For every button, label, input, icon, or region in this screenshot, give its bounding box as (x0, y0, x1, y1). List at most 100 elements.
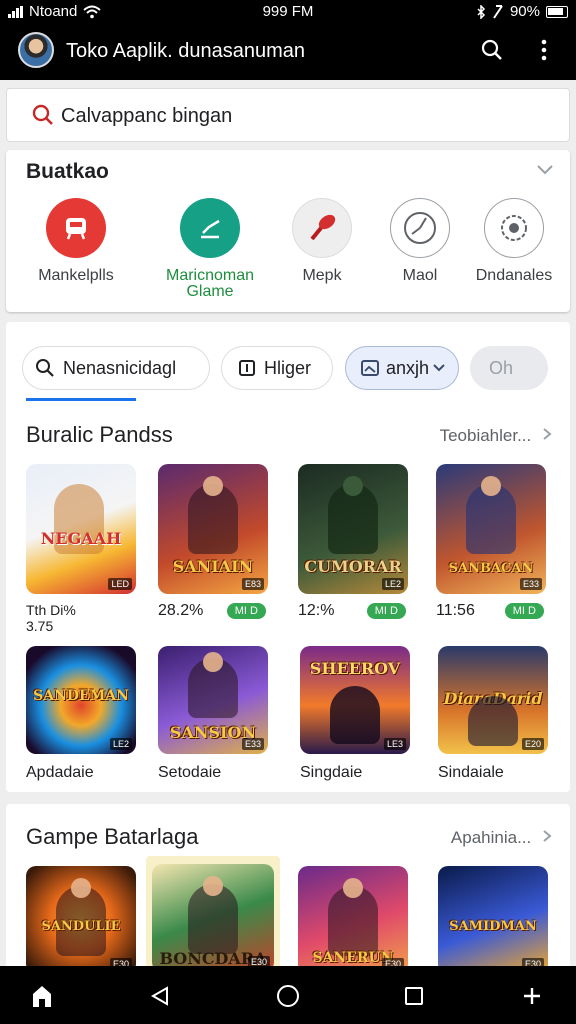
search-input[interactable]: Calvappanc bingan (61, 105, 232, 128)
chip-label: Hliger (264, 357, 312, 378)
game-cover-title: CUMORAR (304, 557, 402, 576)
home-button[interactable] (28, 982, 56, 1010)
settings-icon (501, 215, 527, 241)
chevron-right-icon (543, 428, 552, 440)
more-vert-icon (541, 39, 547, 61)
game-badge: E83 (241, 578, 264, 590)
game-badge: LE3 (383, 738, 406, 750)
chip-hliger[interactable]: Hliger (221, 346, 333, 390)
navigation-bar (0, 966, 576, 1024)
category-label: Mepk (302, 267, 342, 284)
game-cover: NEGAAH LED (26, 464, 136, 594)
game-tile[interactable]: SANIAIN E83 28.2% MI D (158, 464, 272, 620)
circle-icon (277, 985, 299, 1007)
chevron-right-icon (543, 830, 552, 842)
game-tile[interactable]: SHEEROV LE3 Singdaie (300, 646, 414, 782)
more-options-button[interactable] (530, 36, 558, 64)
search-button[interactable] (478, 36, 506, 64)
game-tile[interactable]: SANDEMAN LE2 Apdadaie (26, 646, 140, 782)
see-more-label: Teobiahler... (439, 426, 532, 445)
tab-indicator (26, 398, 136, 401)
game-name: Singdaie (300, 764, 363, 781)
category-label: Mankelplls (38, 267, 114, 284)
plus-icon (524, 988, 540, 1004)
game-cover: BONCDARA E30 (152, 864, 274, 972)
see-more-label: Apahinia... (450, 828, 532, 847)
game-badge: LE2 (109, 738, 132, 750)
game-cover-title: SAMIDMAN (449, 919, 537, 934)
category-dndanales[interactable]: Dndanales (459, 198, 569, 284)
game-cover: SHEEROV LE3 (300, 646, 410, 754)
game-cover: SANDULIE E30 (26, 866, 136, 974)
game-badge: LED (108, 578, 132, 590)
game-tile[interactable]: SAMIDMAN E30 (438, 866, 552, 974)
game-price: 12:% (298, 602, 335, 619)
price-row: 28.2% MI D (158, 602, 272, 620)
chip-anxjh[interactable]: anxjh (345, 346, 459, 390)
game-cover: SANBACAN E33 (436, 464, 546, 594)
search-icon (481, 39, 502, 60)
status-right: 90% (476, 3, 568, 20)
clock-icon (404, 212, 436, 244)
app-title: Toko Aaplik. dunasanuman (66, 40, 306, 62)
category-mankelplls[interactable]: Mankelplls (21, 198, 131, 284)
game-badge: E33 (241, 738, 264, 750)
category-circle (484, 198, 544, 258)
game-tile[interactable]: SANSION E33 Setodaie (158, 646, 272, 782)
game-tile[interactable]: SANERUN E30 (298, 866, 412, 974)
game-tile[interactable]: CUMORAR LE2 12:% MI D (298, 464, 412, 620)
game-cover-title: NEGAAH (40, 529, 122, 548)
bluetooth-icon (477, 4, 486, 19)
battery-percent: 90% (509, 3, 540, 20)
install-pill[interactable]: MI D (366, 603, 406, 619)
price-row: Tth Di% 3.75 (26, 602, 140, 634)
game-tile[interactable]: DiaraDarid E20 Sindaiale (438, 646, 552, 782)
avatar[interactable] (18, 32, 54, 68)
game-cover-title: SHEEROV (309, 659, 401, 678)
bus-icon (66, 218, 86, 240)
chip-label: Nenasnicidagl (63, 357, 177, 378)
back-triangle-icon (150, 986, 168, 1006)
book-icon (239, 360, 255, 376)
game-cover-title: SANBACAN (448, 561, 534, 576)
category-mepk[interactable]: Mepk (267, 198, 377, 284)
chevron-down-icon (433, 364, 445, 372)
paint-icon (310, 214, 336, 241)
search-icon (36, 359, 54, 377)
game-tile[interactable]: BONCDARA E30 (146, 856, 280, 974)
add-button[interactable] (518, 982, 546, 1010)
categories-title: Buatkao (26, 160, 109, 183)
game-price: Tth Di% 3.75 (26, 602, 76, 634)
recents-button[interactable] (400, 982, 428, 1010)
chevron-down-icon[interactable] (536, 162, 554, 176)
install-pill[interactable]: MI D (504, 603, 544, 619)
search-field[interactable]: Calvappanc bingan (6, 88, 570, 142)
game-cover: SAMIDMAN E30 (438, 866, 548, 974)
category-maricnoman[interactable]: Maricnoman Glame (155, 198, 265, 300)
chip-label: anxjh (386, 357, 430, 378)
chart-icon (201, 219, 220, 239)
see-more-link[interactable]: Teobiahler... (440, 426, 552, 446)
game-cover: CUMORAR LE2 (298, 464, 408, 594)
see-more-link[interactable]: Apahinia... (451, 828, 552, 848)
game-tile[interactable]: NEGAAH LED Tth Di% 3.75 (26, 464, 140, 634)
game-cover-title: SANDEMAN (33, 688, 129, 704)
game-tile[interactable]: SANBACAN E33 11:56 MI D (436, 464, 550, 620)
section-title: Buralic Pandss (26, 422, 173, 447)
app-bar: Toko Aaplik. dunasanuman (0, 24, 576, 80)
game-cover-title: SANDULIE (41, 919, 121, 934)
game-tile[interactable]: SANDULIE E30 (26, 866, 140, 974)
game-badge: E20 (521, 738, 544, 750)
category-label: Dndanales (475, 267, 553, 284)
signal-strength-icon (493, 4, 503, 19)
game-cover: SANSION E33 (158, 646, 268, 754)
image-icon (361, 360, 379, 376)
back-button[interactable] (146, 982, 174, 1010)
install-pill[interactable]: MI D (226, 603, 266, 619)
chip-oh[interactable]: Oh (470, 346, 548, 390)
chip-search-filter[interactable]: Nenasnicidagl (22, 346, 210, 390)
home-circle-button[interactable] (274, 982, 302, 1010)
game-cover: DiaraDarid E20 (438, 646, 548, 754)
game-price: 11:56 (436, 602, 475, 619)
game-name: Setodaie (158, 764, 222, 781)
